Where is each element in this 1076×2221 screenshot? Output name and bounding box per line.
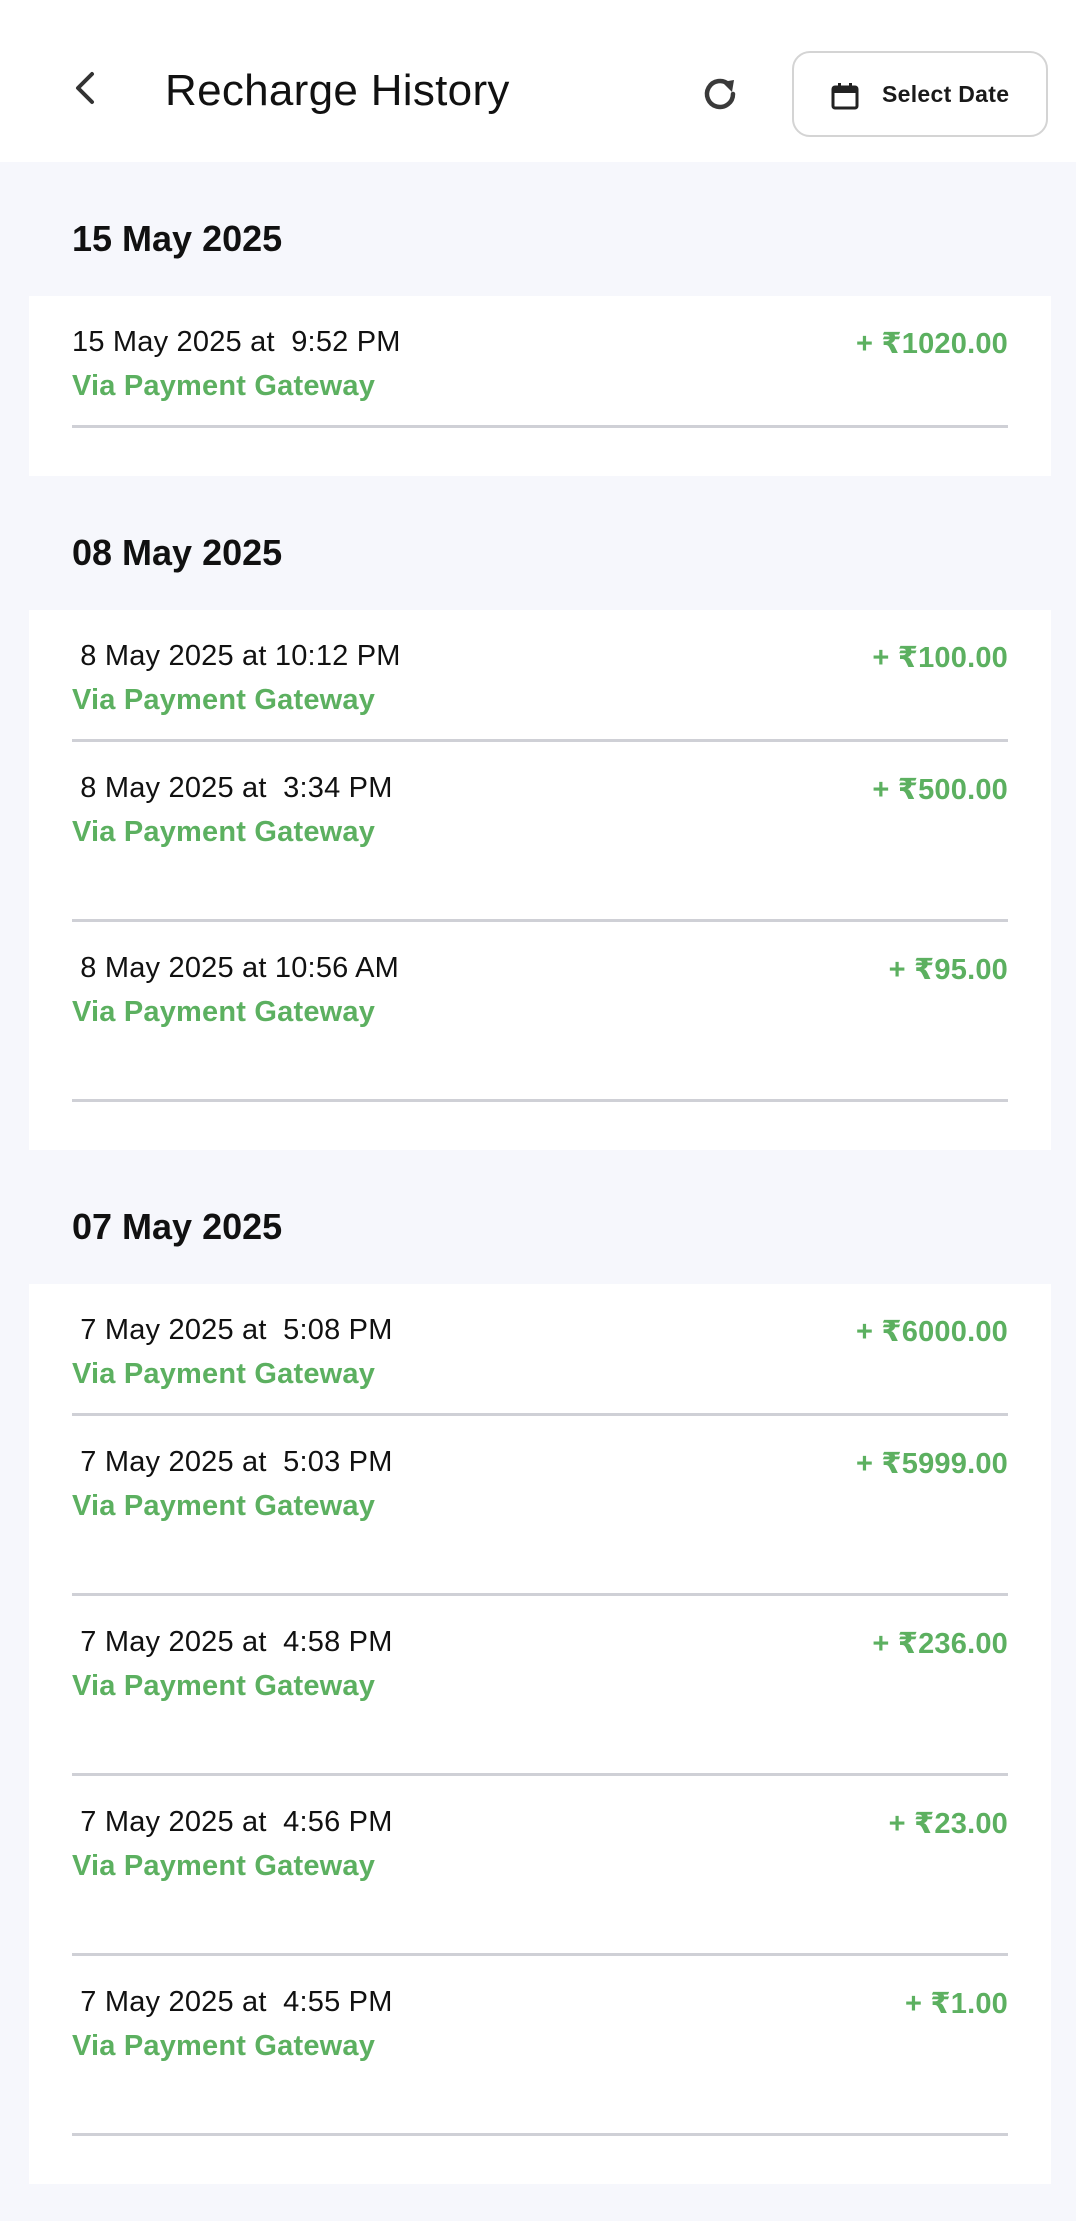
- recharge-history-list: 15 May 2025 15 May 2025 at 9:52 PM Via P…: [0, 162, 1076, 2184]
- transaction-time: 8 May 2025 at 10:56 AM: [72, 952, 400, 984]
- list-item[interactable]: 7 May 2025 at 4:58 PM Via Payment Gatewa…: [72, 1596, 1008, 1776]
- app-bar: Recharge History Select Date: [0, 0, 1076, 162]
- list-item[interactable]: 7 May 2025 at 4:56 PM Via Payment Gatewa…: [72, 1776, 1008, 1956]
- transaction-method: Via Payment Gateway: [72, 1358, 376, 1390]
- transaction-time: 7 May 2025 at 5:03 PM: [72, 1446, 393, 1478]
- transaction-amount: + ₹236.00: [872, 1628, 1008, 1660]
- transaction-time: 7 May 2025 at 4:58 PM: [72, 1626, 393, 1658]
- list-item[interactable]: 8 May 2025 at 3:34 PM Via Payment Gatewa…: [72, 742, 1008, 922]
- transaction-amount: + ₹1020.00: [856, 328, 1008, 360]
- transaction-time: 8 May 2025 at 10:12 PM: [72, 640, 401, 672]
- transaction-amount: + ₹6000.00: [856, 1316, 1008, 1348]
- list-item[interactable]: 7 May 2025 at 4:55 PM Via Payment Gatewa…: [72, 1956, 1008, 2136]
- transaction-method: Via Payment Gateway: [72, 1490, 376, 1522]
- page-title: Recharge History: [165, 66, 510, 115]
- group-card: 15 May 2025 at 9:52 PM Via Payment Gatew…: [29, 296, 1051, 476]
- list-item[interactable]: 7 May 2025 at 5:03 PM Via Payment Gatewa…: [72, 1416, 1008, 1596]
- group-date-header: 15 May 2025: [72, 218, 283, 259]
- refresh-button[interactable]: [690, 64, 750, 124]
- transaction-time: 8 May 2025 at 3:34 PM: [72, 772, 393, 804]
- transaction-amount: + ₹1.00: [904, 1988, 1008, 2020]
- select-date-button[interactable]: Select Date: [792, 51, 1048, 137]
- list-item[interactable]: 15 May 2025 at 9:52 PM Via Payment Gatew…: [72, 296, 1008, 428]
- select-date-label: Select Date: [882, 81, 1010, 107]
- transaction-amount: + ₹100.00: [872, 642, 1008, 674]
- transaction-method: Via Payment Gateway: [72, 816, 376, 848]
- list-item[interactable]: 8 May 2025 at 10:56 AM Via Payment Gatew…: [72, 922, 1008, 1102]
- list-item[interactable]: 7 May 2025 at 5:08 PM Via Payment Gatewa…: [72, 1284, 1008, 1416]
- group-date-header: 07 May 2025: [72, 1206, 283, 1247]
- transaction-time: 7 May 2025 at 5:08 PM: [72, 1314, 393, 1346]
- chevron-left-icon: [76, 72, 94, 104]
- transaction-amount: + ₹23.00: [888, 1808, 1008, 1840]
- group-date-header: 08 May 2025: [72, 532, 283, 573]
- calendar-icon: [831, 83, 859, 110]
- transaction-method: Via Payment Gateway: [72, 370, 376, 402]
- transaction-amount: + ₹95.00: [888, 954, 1008, 986]
- transaction-method: Via Payment Gateway: [72, 1670, 376, 1702]
- transaction-time: 7 May 2025 at 4:55 PM: [72, 1986, 393, 2018]
- transaction-method: Via Payment Gateway: [72, 1850, 376, 1882]
- back-button[interactable]: [56, 58, 116, 118]
- transaction-method: Via Payment Gateway: [72, 684, 376, 716]
- refresh-icon: [704, 78, 736, 110]
- transaction-time: 7 May 2025 at 4:56 PM: [72, 1806, 393, 1838]
- transaction-method: Via Payment Gateway: [72, 2030, 376, 2062]
- transaction-time: 15 May 2025 at 9:52 PM: [72, 326, 401, 358]
- transaction-method: Via Payment Gateway: [72, 996, 376, 1028]
- transaction-amount: + ₹500.00: [872, 774, 1008, 806]
- group-card: 8 May 2025 at 10:12 PM Via Payment Gatew…: [29, 610, 1051, 1150]
- transaction-amount: + ₹5999.00: [856, 1448, 1008, 1480]
- group-card: 7 May 2025 at 5:08 PM Via Payment Gatewa…: [29, 1284, 1051, 2184]
- list-item[interactable]: 8 May 2025 at 10:12 PM Via Payment Gatew…: [72, 610, 1008, 742]
